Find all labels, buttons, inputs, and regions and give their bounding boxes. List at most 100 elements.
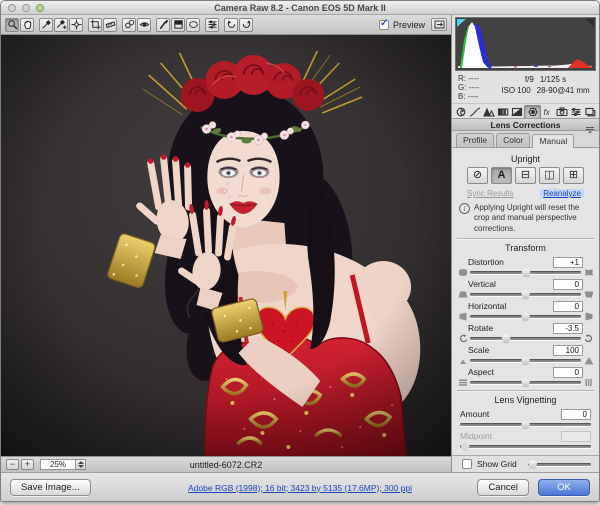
distortion-slider[interactable]: [470, 271, 581, 274]
tab-presets-icon[interactable]: [569, 105, 583, 118]
aspect-slider[interactable]: [470, 381, 581, 384]
slider-label: Vertical: [468, 279, 496, 289]
upright-info-text: Applying Upright will reset the crop and…: [474, 203, 592, 234]
adjustment-brush-tool-button[interactable]: [156, 18, 170, 32]
tab-manual[interactable]: Manual: [532, 134, 574, 148]
slider-handle[interactable]: [521, 312, 530, 321]
slider-handle[interactable]: [521, 378, 530, 387]
tab-hsl-grayscale-icon[interactable]: [496, 105, 510, 118]
upright-vertical-button[interactable]: ◫: [539, 167, 560, 184]
sync-results-link[interactable]: Sync Results: [467, 189, 514, 198]
rotate-slider[interactable]: [470, 337, 581, 340]
histogram: [455, 17, 596, 71]
red-eye-tool-button[interactable]: [137, 18, 151, 32]
slider-label: Distortion: [468, 257, 504, 267]
preview-checkbox[interactable]: [379, 20, 389, 30]
straighten-tool-button[interactable]: [103, 18, 117, 32]
hand-tool-button[interactable]: [20, 18, 34, 32]
zoom-in-button[interactable]: +: [21, 459, 34, 470]
zoom-tool-button[interactable]: [5, 18, 19, 32]
graduated-filter-tool-button[interactable]: [171, 18, 185, 32]
tab-basic-icon[interactable]: [454, 105, 468, 118]
slider-label: Midpoint: [460, 431, 492, 441]
r-value: ----: [468, 74, 479, 83]
grid-size-slider[interactable]: [528, 463, 591, 466]
spot-removal-tool-button[interactable]: [122, 18, 136, 32]
slider-handle[interactable]: [521, 356, 530, 365]
aspect-value-field[interactable]: 0: [553, 367, 583, 378]
distortion-value-field[interactable]: +1: [553, 257, 583, 268]
tab-detail-icon[interactable]: [482, 105, 496, 118]
tab-tone-curve-icon[interactable]: [468, 105, 482, 118]
vertical-keystone-narrow-bottom-icon: [583, 290, 594, 299]
toggle-fullscreen-button[interactable]: [431, 18, 447, 31]
barrel-distortion-icon: [457, 268, 468, 277]
rotate-value-field[interactable]: -3.5: [553, 323, 583, 334]
highlight-clipping-indicator[interactable]: [585, 19, 594, 27]
slider-handle[interactable]: [521, 290, 530, 299]
slider-label: Scale: [468, 345, 489, 355]
ok-button[interactable]: OK: [538, 479, 590, 496]
upright-off-button[interactable]: ⊘: [467, 167, 488, 184]
vertical-value-field[interactable]: 0: [553, 279, 583, 290]
zoom-level-select[interactable]: 25%: [40, 459, 76, 470]
slider-vertical: Vertical 0: [457, 278, 594, 299]
panel-title: Lens Corrections: [491, 120, 561, 130]
tab-effects-icon[interactable]: fx: [541, 105, 555, 118]
slider-midpoint: Midpoint: [457, 430, 594, 451]
slider-horizontal: Horizontal 0: [457, 300, 594, 321]
vertical-slider[interactable]: [470, 293, 581, 296]
amount-value-field[interactable]: 0: [561, 409, 591, 420]
targeted-adjustment-tool-button[interactable]: [69, 18, 83, 32]
radial-filter-tool-button[interactable]: [186, 18, 200, 32]
show-grid-checkbox[interactable]: [462, 459, 472, 469]
upright-level-button[interactable]: ⊟: [515, 167, 536, 184]
transform-title: Transform: [457, 243, 594, 253]
image-preview[interactable]: [1, 35, 451, 456]
rotate-left-button[interactable]: [224, 18, 238, 32]
slider-handle[interactable]: [502, 334, 511, 343]
rotate-right-button[interactable]: [239, 18, 253, 32]
white-balance-tool-button[interactable]: [39, 18, 53, 32]
scale-slider[interactable]: [470, 359, 581, 362]
slider-scale: Scale 100: [457, 344, 594, 365]
upright-full-button[interactable]: ⊞: [563, 167, 584, 184]
tab-color[interactable]: Color: [496, 133, 530, 147]
tab-camera-calibration-icon[interactable]: [555, 105, 569, 118]
horizontal-value-field[interactable]: 0: [553, 301, 583, 312]
window-title: Camera Raw 8.2 - Canon EOS 5D Mark II: [1, 3, 599, 13]
g-value: ----: [469, 83, 480, 92]
pincushion-distortion-icon: [583, 268, 594, 277]
lens-corrections-tabs: Profile Color Manual: [452, 131, 599, 148]
tab-snapshots-icon[interactable]: [583, 105, 597, 118]
color-sampler-tool-button[interactable]: [54, 18, 68, 32]
save-image-button[interactable]: Save Image...: [10, 479, 91, 496]
crop-tool-button[interactable]: [88, 18, 102, 32]
slider-handle[interactable]: [521, 420, 530, 429]
shadow-clipping-indicator[interactable]: [457, 19, 466, 27]
tab-profile[interactable]: Profile: [456, 133, 494, 147]
scale-value-field[interactable]: 100: [553, 345, 583, 356]
scale-small-icon: [457, 356, 468, 365]
zoom-level-stepper[interactable]: [76, 459, 86, 470]
workflow-options-link[interactable]: Adobe RGB (1998); 16 bit; 3423 by 5135 (…: [188, 483, 412, 493]
scale-large-icon: [583, 356, 594, 365]
reanalyze-link[interactable]: Reanalyze: [540, 189, 584, 198]
cancel-button[interactable]: Cancel: [477, 479, 529, 496]
slider-handle[interactable]: [528, 460, 537, 469]
horizontal-slider[interactable]: [470, 315, 581, 318]
slider-handle[interactable]: [522, 268, 531, 277]
lens-vignetting-title: Lens Vignetting: [457, 395, 594, 405]
slider-distortion: Distortion +1: [457, 256, 594, 277]
tab-lens-corrections-icon[interactable]: [524, 105, 540, 118]
panel-tab-strip: fx: [452, 104, 599, 119]
camera-raw-dialog: Camera Raw 8.2 - Canon EOS 5D Mark II: [0, 0, 600, 502]
b-value: ----: [468, 92, 479, 101]
upright-auto-button[interactable]: A: [491, 167, 512, 184]
amount-slider[interactable]: [460, 423, 591, 426]
tab-split-toning-icon[interactable]: [510, 105, 524, 118]
zoom-out-button[interactable]: −: [6, 459, 19, 470]
lens-value: 28-90@41 mm: [537, 86, 590, 95]
preferences-button[interactable]: [205, 18, 219, 32]
panel-menu-icon[interactable]: [585, 121, 595, 139]
